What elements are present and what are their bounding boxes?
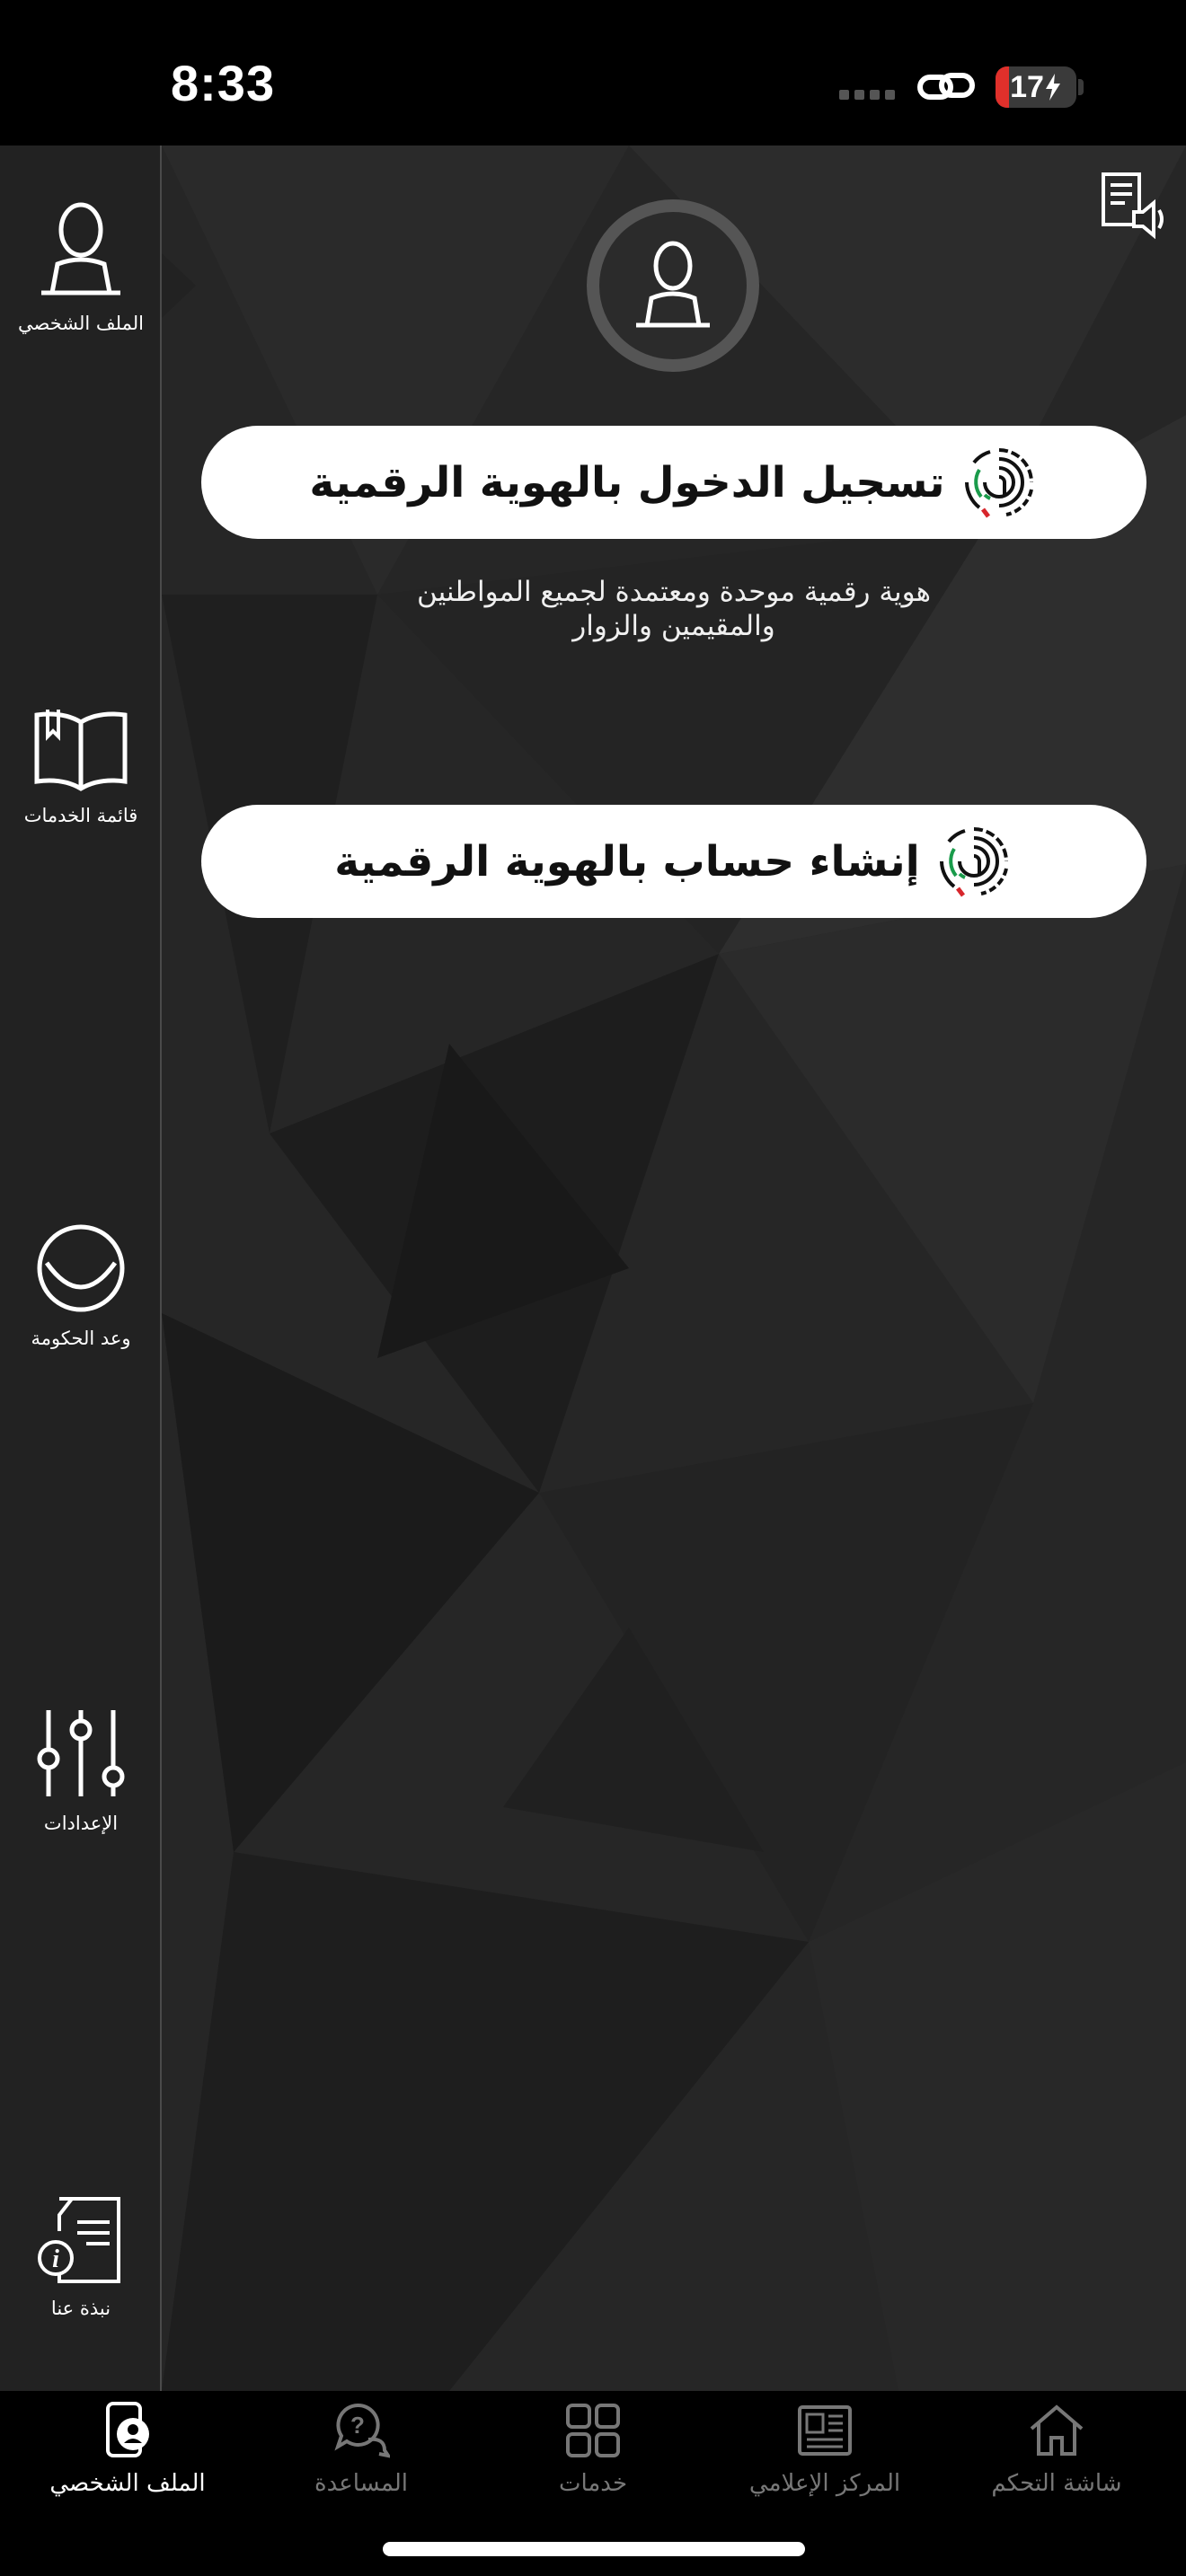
user-icon	[41, 202, 120, 296]
sidebar-item-services-list[interactable]: قائمة الخدمات	[0, 706, 162, 830]
sidebar-active-pointer	[162, 253, 196, 318]
sidebar-item-label: نبذة عنا	[50, 2298, 111, 2319]
nav-label: الملف الشخصي	[49, 2470, 206, 2497]
uae-pass-description: هوية رقمية موحدة ومعتمدة لجميع المواطنين…	[270, 575, 1078, 643]
sidebar-item-settings[interactable]: الإعدادات	[0, 1707, 162, 1838]
nav-item-profile[interactable]: الملف الشخصي	[29, 2391, 226, 2508]
description-line-2: والمقيمين والزوار	[572, 610, 775, 642]
login-with-uae-pass-button[interactable]: تسجيل الدخول بالهوية الرقمية	[201, 426, 1146, 539]
svg-text:?: ?	[350, 2412, 365, 2439]
home-indicator	[383, 2542, 805, 2556]
nav-label: المساعدة	[314, 2470, 409, 2497]
status-bar: 8:33 17	[0, 0, 1186, 146]
status-time: 8:33	[171, 55, 276, 111]
battery-percent: 17	[1010, 69, 1044, 104]
battery-indicator: 17	[996, 66, 1076, 108]
nav-label: شاشة التحكم	[991, 2470, 1122, 2497]
sidebar-item-label: وعد الحكومة	[31, 1328, 131, 1349]
sidebar-item-profile[interactable]: الملف الشخصي	[0, 199, 162, 338]
sidebar-item-label: قائمة الخدمات	[23, 805, 138, 826]
nav-label: المركز الإعلامي	[748, 2470, 901, 2497]
battery-tip	[1078, 79, 1084, 95]
sliders-icon	[37, 1710, 125, 1796]
help-chat-icon: ?	[334, 2403, 390, 2458]
user-icon	[636, 241, 710, 328]
sidebar-item-government-promise[interactable]: وعد الحكومة	[0, 1222, 162, 1353]
uae-pass-fingerprint-icon	[939, 827, 1008, 897]
cellular-dots-icon	[839, 90, 897, 101]
create-account-with-uae-pass-button[interactable]: إنشاء حساب بالهوية الرقمية	[201, 805, 1146, 918]
nav-label: خدمات	[558, 2470, 628, 2497]
nav-item-services[interactable]: خدمات	[494, 2391, 692, 2508]
book-icon	[34, 710, 128, 791]
sidebar-item-label: الملف الشخصي	[18, 313, 144, 334]
charging-bolt-icon	[1045, 74, 1060, 101]
main-content: الملف الشخصي قائمة الخدمات وعد الحكومة ا…	[0, 146, 1186, 2391]
nav-item-dashboard[interactable]: شاشة التحكم	[958, 2391, 1155, 2508]
nav-item-media-center[interactable]: المركز الإعلامي	[726, 2391, 924, 2508]
grid-icon	[566, 2404, 620, 2457]
smile-icon	[37, 1224, 125, 1312]
nav-item-help[interactable]: ? المساعدة	[262, 2391, 460, 2508]
avatar	[587, 199, 759, 372]
description-line-1: هوية رقمية موحدة ومعتمدة لجميع المواطنين	[416, 576, 931, 608]
sidebar-item-about[interactable]: i نبذة عنا	[0, 2195, 162, 2323]
create-account-button-label: إنشاء حساب بالهوية الرقمية	[334, 836, 920, 887]
sidebar-item-label: الإعدادات	[43, 1813, 119, 1834]
profile-phone-icon	[106, 2402, 149, 2457]
sidebar: الملف الشخصي قائمة الخدمات وعد الحكومة ا…	[0, 146, 162, 2391]
link-icon	[917, 73, 975, 100]
newspaper-icon	[798, 2405, 852, 2456]
document-speaker-icon[interactable]	[1098, 169, 1170, 241]
uae-pass-fingerprint-icon	[964, 448, 1033, 518]
home-icon	[1030, 2404, 1084, 2456]
info-doc-icon: i	[38, 2197, 120, 2283]
login-button-label: تسجيل الدخول بالهوية الرقمية	[309, 457, 945, 507]
svg-text:i: i	[52, 2245, 59, 2273]
